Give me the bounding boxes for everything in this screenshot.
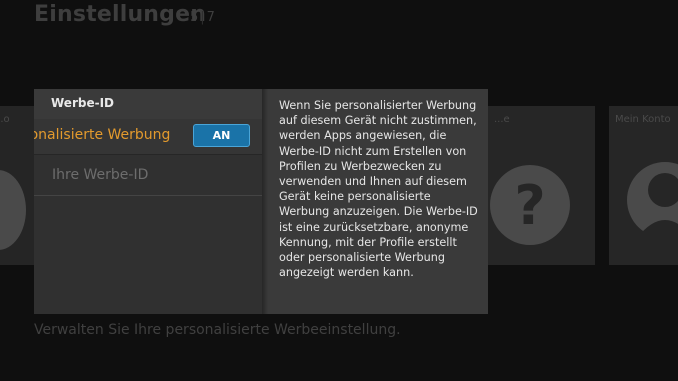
menu-item-personalized-ads[interactable]: Personalisierte Werbung AN: [34, 119, 262, 155]
personalized-ads-toggle[interactable]: AN: [193, 124, 250, 147]
page-title: Einstellungen: [34, 2, 207, 27]
panel-divider: [262, 89, 268, 314]
page-counter: 5 | 7: [190, 10, 215, 25]
dialog-title: Werbe-ID: [51, 96, 114, 110]
tile-label: ...e: [494, 114, 510, 125]
menu-item-label: Personalisierte Werbung: [34, 127, 171, 143]
question-icon: ?: [490, 165, 570, 245]
dialog-header: Werbe-ID: [34, 89, 262, 119]
advertising-id-menu: Werbe-ID Personalisierte Werbung AN Ihre…: [34, 89, 262, 314]
counter-total: 7: [206, 10, 215, 25]
bottom-hint: Verwalten Sie Ihre personalisierte Werbe…: [34, 322, 401, 338]
tile-label: ...o: [0, 114, 10, 125]
description-text: Wenn Sie personalisierter Werbung auf di…: [279, 99, 478, 280]
description-panel: Wenn Sie personalisierter Werbung auf di…: [262, 89, 488, 314]
counter-separator: |: [200, 10, 205, 25]
tile-label: Mein Konto: [615, 114, 671, 125]
person-icon: [625, 150, 678, 260]
menu-item-label: Ihre Werbe-ID: [52, 167, 149, 183]
menu-item-advertising-id[interactable]: Ihre Werbe-ID: [34, 155, 262, 196]
counter-current: 5: [190, 10, 199, 25]
